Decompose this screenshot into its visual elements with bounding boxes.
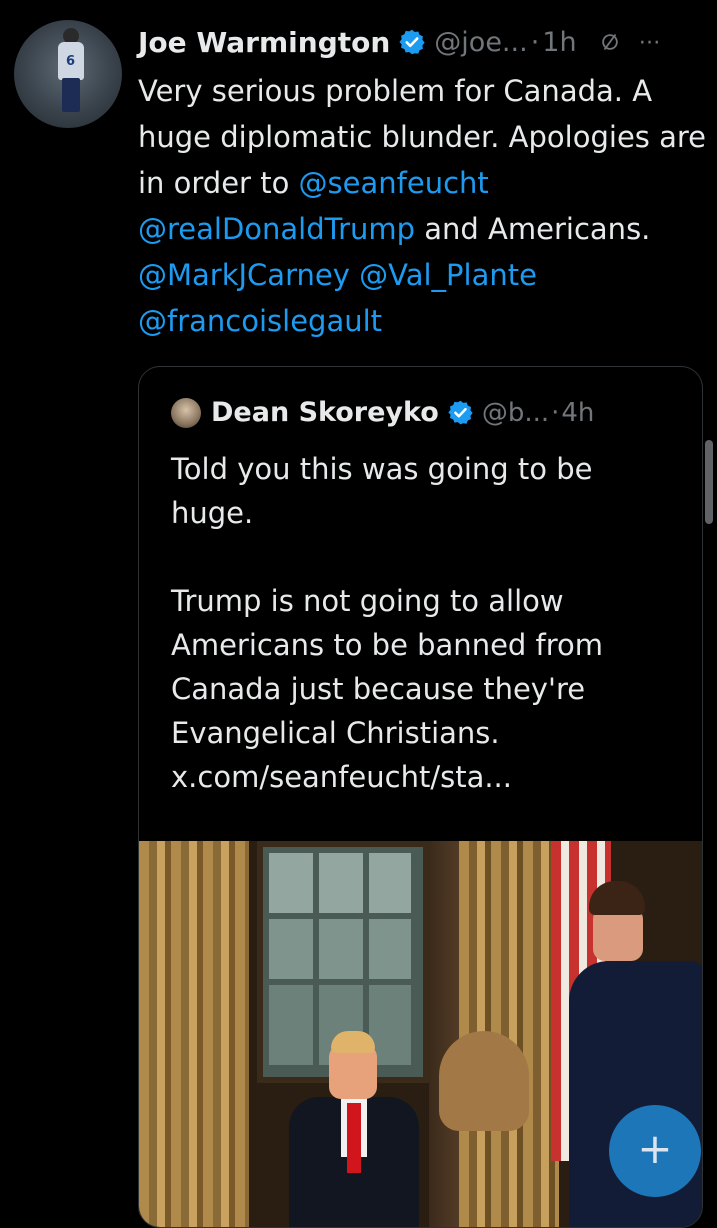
- photo-woman: [439, 1031, 549, 1227]
- avatar-jersey-number: 6: [66, 54, 76, 69]
- meta-separator: ·: [530, 26, 540, 58]
- author-handle[interactable]: @joe...: [434, 27, 527, 58]
- compose-button[interactable]: +: [609, 1105, 701, 1197]
- quoted-author-handle[interactable]: @b...: [482, 398, 549, 428]
- more-options-icon[interactable]: ⋯: [639, 30, 662, 55]
- quoted-author-name[interactable]: Dean Skoreyko: [211, 397, 439, 428]
- author-avatar[interactable]: 6: [14, 20, 122, 128]
- tweet-text: Very serious problem for Canada. A huge …: [138, 68, 708, 344]
- tweet-timestamp[interactable]: 1h: [542, 27, 576, 58]
- tweet-text-segment: and Americans.: [415, 212, 651, 246]
- avatar-figure-legs: [62, 78, 80, 112]
- mention-link[interactable]: @francoislegault: [138, 304, 382, 338]
- muted-icon: [601, 34, 618, 50]
- mention-link[interactable]: @MarkJCarney: [138, 258, 350, 292]
- compose-plus-icon: +: [637, 1124, 673, 1173]
- scrollbar-thumb[interactable]: [705, 440, 713, 524]
- quoted-tweet[interactable]: Dean Skoreyko @b... · 4h Told you this w…: [138, 366, 703, 1228]
- photo-seated-man: [289, 1031, 419, 1227]
- author-name[interactable]: Joe Warmington: [138, 26, 390, 59]
- verified-badge-icon[interactable]: [447, 399, 474, 426]
- quoted-tweet-header: Dean Skoreyko @b... · 4h: [171, 397, 594, 428]
- verified-badge-icon[interactable]: [398, 28, 426, 56]
- mention-link[interactable]: @Val_Plante: [359, 258, 537, 292]
- tweet-header: Joe Warmington @joe... · 1h ⋯: [138, 20, 710, 64]
- photo-curtain-left: [139, 841, 249, 1227]
- quoted-author-avatar[interactable]: [171, 397, 201, 428]
- quoted-tweet-timestamp[interactable]: 4h: [561, 398, 594, 428]
- quoted-tweet-text: Told you this was going to be huge. Trum…: [171, 452, 604, 794]
- mention-link[interactable]: @seanfeucht: [299, 166, 489, 200]
- mention-link[interactable]: @realDonaldTrump: [138, 212, 415, 246]
- tweet-text-segment: [350, 258, 359, 292]
- quoted-meta-separator: ·: [551, 397, 560, 428]
